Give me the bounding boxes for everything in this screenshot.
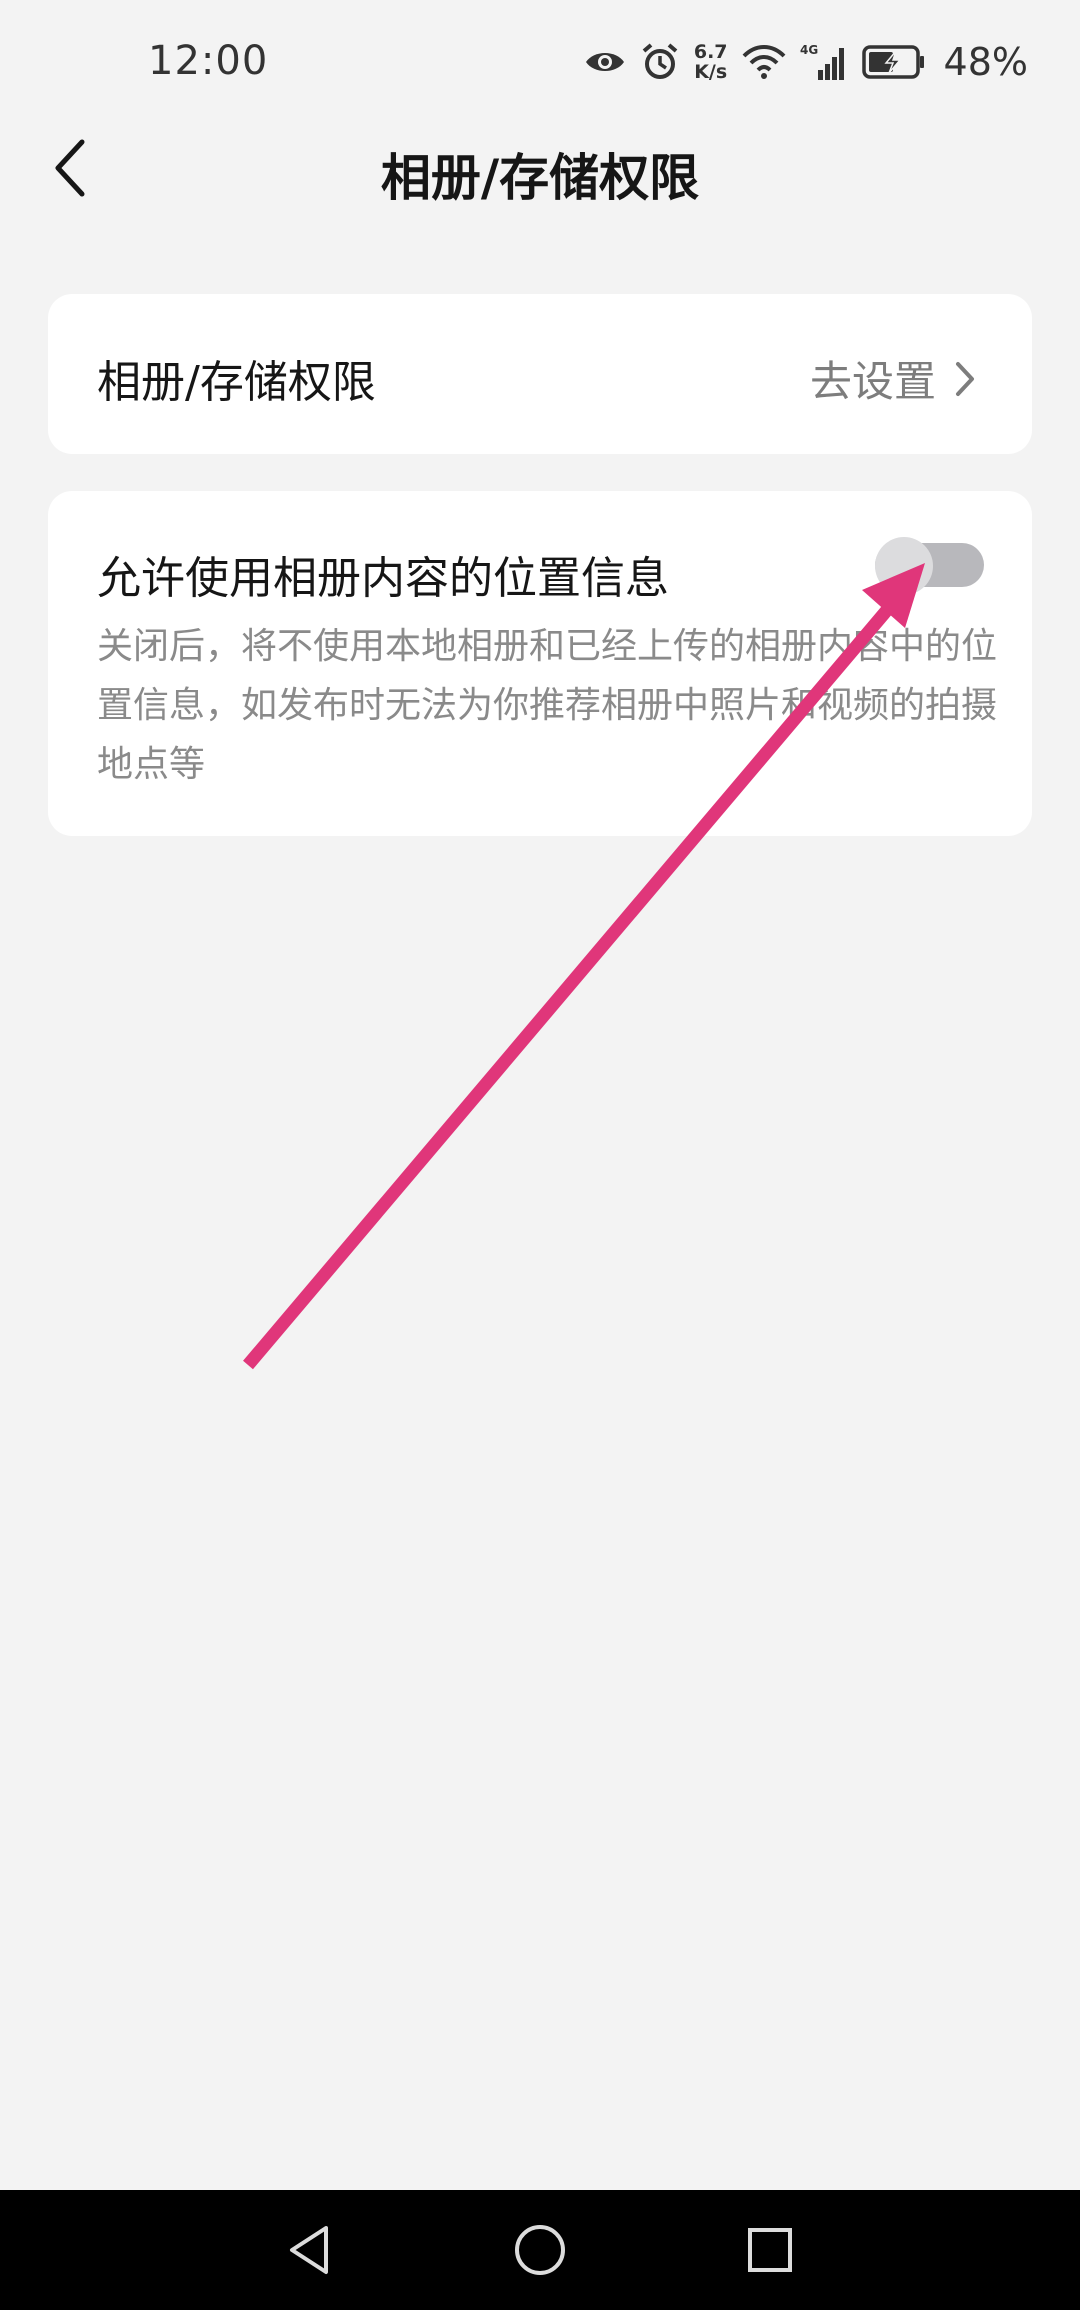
status-bar: 12:00 6.7 K/s 4G 48% [0, 0, 1080, 130]
chevron-right-icon [956, 361, 974, 396]
status-time: 12:00 [148, 38, 269, 84]
chevron-left-icon [55, 139, 85, 197]
wifi-icon [742, 45, 785, 79]
nav-recent-icon[interactable] [740, 2220, 800, 2280]
signal-4g-icon: 4G [800, 43, 844, 80]
svg-text:4G: 4G [800, 43, 818, 57]
alarm-icon [642, 43, 678, 79]
page-title: 相册/存储权限 [380, 149, 700, 207]
nav-home-icon[interactable] [510, 2220, 570, 2280]
permission-row-label: 相册/存储权限 [97, 357, 376, 408]
net-speed-unit: K/s [694, 61, 728, 83]
toggle-knob [875, 537, 933, 595]
battery-percent: 48% [943, 40, 1028, 84]
location-info-card: 允许使用相册内容的位置信息 关闭后，将不使用本地相册和已经上传的相册内容中的位置… [48, 491, 1032, 836]
status-icons: 6.7 K/s 4G 48% [584, 36, 1028, 88]
location-toggle-description: 关闭后，将不使用本地相册和已经上传的相册内容中的位置信息，如发布时无法为你推荐相… [97, 626, 998, 785]
nav-back-icon[interactable] [280, 2220, 340, 2280]
permission-settings-row[interactable]: 相册/存储权限 去设置 [48, 294, 1032, 454]
back-button[interactable] [40, 136, 100, 200]
system-nav-bar [0, 2190, 1080, 2310]
battery-charging-icon [861, 45, 924, 79]
location-toggle-switch[interactable] [875, 537, 984, 595]
net-speed: 6.7 K/s [694, 42, 728, 82]
go-settings-label: 去设置 [809, 357, 936, 406]
eye-icon [585, 53, 624, 71]
header: 相册/存储权限 [0, 130, 1080, 210]
net-speed-value: 6.7 [693, 41, 728, 63]
location-toggle-title: 允许使用相册内容的位置信息 [97, 553, 669, 604]
go-settings-link[interactable]: 去设置 [810, 348, 976, 409]
